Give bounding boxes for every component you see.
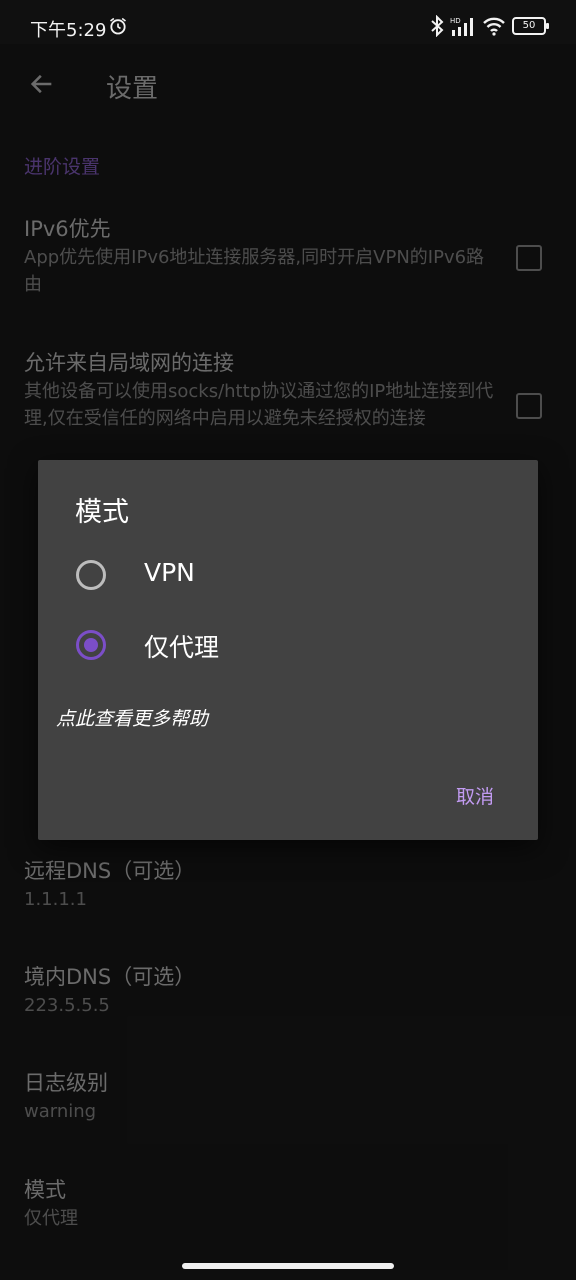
battery-icon: 50 [512,17,549,35]
cancel-button[interactable]: 取消 [456,782,494,809]
svg-text:HD: HD [450,17,461,25]
alarm-icon [110,17,126,35]
wifi-icon [483,17,505,36]
bluetooth-icon [431,15,444,37]
radio-button-unchecked[interactable] [76,560,106,590]
status-icons: HD 50 [430,14,549,38]
radio-button-checked[interactable] [76,630,106,660]
status-bar: 下午5:29 HD 50 [0,0,576,44]
mode-dialog: 模式 VPN 仅代理 点此查看更多帮助 取消 [38,460,538,840]
option-label: VPN [144,558,195,587]
option-proxy-only[interactable]: 仅代理 [74,616,494,676]
gesture-nav-handle[interactable] [182,1263,394,1269]
option-vpn[interactable]: VPN [74,546,494,606]
dialog-title: 模式 [75,497,129,528]
option-label: 仅代理 [144,633,220,662]
signal-icon: HD [450,17,473,36]
help-link[interactable]: 点此查看更多帮助 [56,704,208,731]
status-time: 下午5:29 [30,20,107,41]
